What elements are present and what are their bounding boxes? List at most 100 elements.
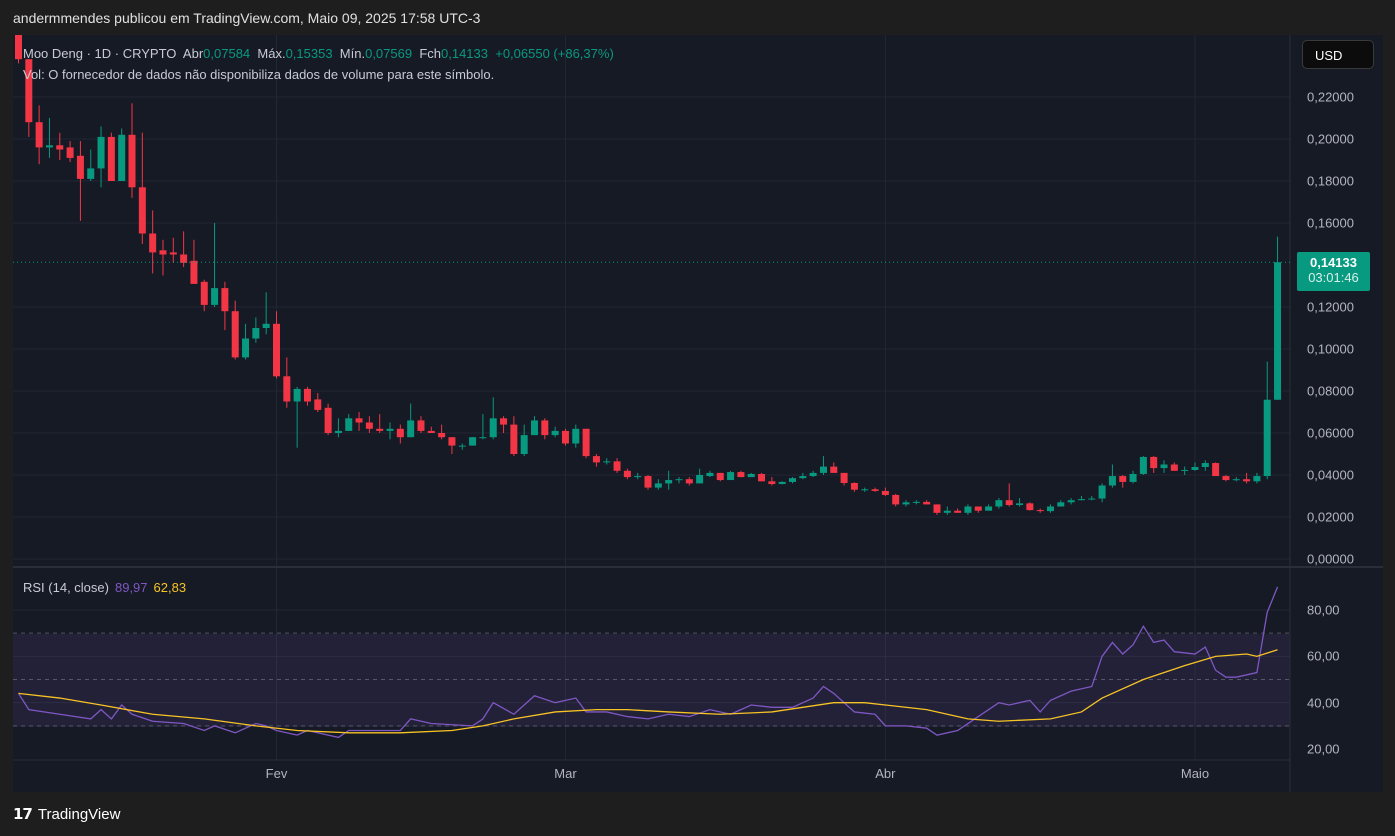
- candle: [1016, 498, 1024, 507]
- candle: [1150, 456, 1158, 473]
- candle: [531, 416, 538, 436]
- candle-body: [510, 424, 518, 454]
- candle: [1119, 475, 1127, 488]
- price-tick-label: 0,08000: [1307, 383, 1354, 399]
- symbol-legend: Moo Deng · 1D · CRYPTO Abr0,07584 Máx.0,…: [23, 46, 614, 61]
- low-value: 0,07569: [365, 46, 413, 61]
- symbol-name[interactable]: Moo Deng · 1D · CRYPTO: [23, 46, 176, 61]
- candle: [1036, 508, 1044, 513]
- candle-body: [541, 420, 549, 436]
- candle-body: [1088, 498, 1096, 500]
- candle: [1191, 462, 1199, 471]
- candle-body: [737, 472, 745, 478]
- candle: [964, 504, 972, 515]
- candle: [1222, 475, 1230, 482]
- candle: [943, 506, 951, 515]
- candle-body: [324, 407, 332, 433]
- candle: [572, 424, 580, 448]
- candle-body: [1129, 473, 1137, 482]
- candle-body: [696, 475, 704, 484]
- candle: [159, 239, 167, 276]
- time-tick-label: Mar: [554, 766, 577, 781]
- candle: [716, 472, 724, 482]
- price-tick-label: 0,10000: [1307, 341, 1354, 357]
- candle: [685, 477, 693, 486]
- candle: [675, 477, 683, 484]
- candle: [954, 508, 962, 513]
- price-tick-label: 0,22000: [1307, 89, 1354, 105]
- candle: [551, 426, 559, 438]
- candle: [520, 424, 528, 457]
- candle-body: [758, 473, 766, 482]
- candle: [623, 468, 631, 480]
- price-tick-label: 0,20000: [1307, 131, 1354, 147]
- candle-body: [665, 480, 673, 484]
- candle-body: [376, 428, 384, 431]
- candle: [881, 487, 889, 496]
- time-tick-label: Maio: [1180, 766, 1210, 781]
- candle-body: [448, 437, 456, 446]
- candle: [912, 500, 920, 505]
- candle-body: [1119, 476, 1127, 482]
- currency-button[interactable]: USD: [1302, 40, 1374, 69]
- candle-body: [1191, 467, 1199, 470]
- price-tick-label: 0,06000: [1307, 425, 1354, 441]
- candle: [644, 475, 652, 490]
- candle-body: [500, 418, 508, 425]
- candle: [128, 103, 136, 198]
- candle-body: [489, 418, 497, 438]
- candle-body: [87, 168, 95, 179]
- tradingview-logo-icon[interactable]: 𝟭𝟳: [13, 805, 33, 823]
- candle: [303, 386, 311, 406]
- candle-body: [902, 502, 910, 505]
- time-tick-label: Abr: [875, 766, 896, 781]
- candle: [706, 470, 714, 478]
- rsi-title[interactable]: RSI (14, close): [23, 580, 109, 595]
- candle: [892, 493, 900, 507]
- candle: [510, 416, 518, 457]
- rsi-tick-label: 40,00: [1307, 695, 1340, 711]
- candle-body: [355, 418, 363, 423]
- candle: [1263, 361, 1271, 480]
- candle-body: [1243, 479, 1251, 482]
- candle-body: [1253, 476, 1261, 482]
- brand-name[interactable]: TradingView: [38, 806, 121, 823]
- candle: [541, 418, 549, 440]
- candle-body: [180, 254, 188, 263]
- candle-body: [1047, 506, 1054, 512]
- candle-body: [685, 479, 693, 484]
- candle: [200, 279, 208, 312]
- candle-body: [283, 376, 291, 402]
- candle: [902, 500, 910, 507]
- last-price-value: 0,14133: [1310, 255, 1357, 270]
- candle-body: [1139, 456, 1147, 474]
- candle: [386, 422, 394, 440]
- candle-body: [1098, 485, 1106, 499]
- candle: [221, 281, 229, 331]
- candle: [417, 416, 425, 433]
- candle: [15, 35, 22, 64]
- candle-body: [933, 504, 941, 513]
- rsi-legend: RSI (14, close) 89,97 62,83: [23, 580, 186, 595]
- candle-body: [303, 388, 311, 402]
- candle-body: [169, 252, 177, 255]
- candle: [665, 470, 673, 490]
- candle: [87, 149, 95, 181]
- candle-body: [1274, 262, 1282, 400]
- candle: [727, 470, 735, 481]
- candle: [1057, 500, 1065, 507]
- candle-body: [1232, 479, 1240, 481]
- chart-canvas[interactable]: [0, 0, 1395, 836]
- candle: [768, 477, 776, 486]
- candle-body: [417, 420, 425, 431]
- candle-body: [386, 428, 394, 431]
- candle: [1212, 462, 1220, 477]
- candle-body: [985, 506, 993, 511]
- price-tick-label: 0,00000: [1307, 551, 1354, 567]
- candle: [211, 223, 219, 307]
- candle: [35, 105, 43, 165]
- candle: [1077, 496, 1085, 501]
- candle: [1067, 498, 1075, 505]
- price-tick-label: 0,04000: [1307, 467, 1354, 483]
- rsi-tick-label: 80,00: [1307, 602, 1340, 618]
